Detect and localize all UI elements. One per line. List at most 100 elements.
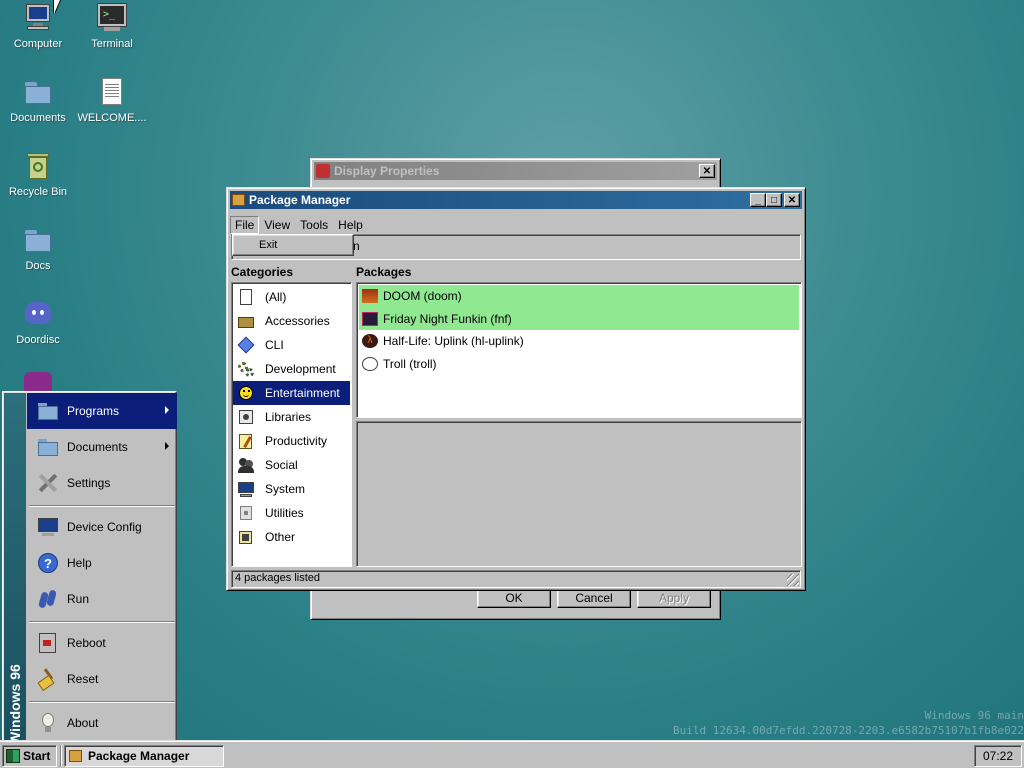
category-accessories[interactable]: Accessories: [233, 309, 350, 333]
desktop-icon-partial[interactable]: [24, 372, 52, 392]
desktop-icon-documents[interactable]: Documents: [0, 76, 76, 124]
category-entertainment[interactable]: Entertainment: [233, 381, 350, 405]
menu-tools[interactable]: Tools: [295, 216, 333, 234]
toolbox-icon: [237, 312, 255, 330]
start-menu-label: Run: [67, 592, 90, 606]
package-hl-uplink[interactable]: λ Half-Life: Uplink (hl-uplink): [359, 330, 799, 353]
close-icon: ✕: [702, 165, 712, 177]
menu-file[interactable]: File: [230, 216, 260, 234]
troll-icon: [362, 356, 378, 371]
start-menu-banner-text: Windows 96: [7, 664, 23, 745]
package-doom[interactable]: DOOM (doom): [359, 285, 799, 308]
desktop-icon-computer[interactable]: Computer: [0, 2, 76, 50]
desktop-icon-recycle-bin[interactable]: Recycle Bin: [0, 150, 76, 198]
start-menu-programs[interactable]: Programs: [27, 393, 177, 429]
help-icon: ?: [37, 552, 59, 574]
cancel-button[interactable]: Cancel: [557, 588, 631, 608]
package-troll[interactable]: Troll (troll): [359, 353, 799, 376]
recycle-bin-icon: [22, 150, 54, 182]
start-menu-run[interactable]: Run: [27, 581, 177, 617]
start-menu-reset[interactable]: Reset: [27, 661, 177, 697]
package-label: DOOM (doom): [383, 289, 462, 304]
apply-button[interactable]: Apply: [637, 588, 711, 608]
category-productivity[interactable]: Productivity: [233, 429, 350, 453]
diamond-icon: [237, 336, 255, 354]
menu-help[interactable]: Help: [333, 216, 368, 234]
start-menu-label: Device Config: [67, 520, 142, 534]
category-label: Development: [265, 362, 336, 376]
start-button[interactable]: Start: [2, 745, 57, 767]
ok-button[interactable]: OK: [477, 588, 551, 608]
smiley-icon: [237, 384, 255, 402]
start-menu-label: Reboot: [67, 636, 106, 650]
package-manager-window[interactable]: Package Manager _ □ ✕ File View Tools He…: [226, 187, 806, 591]
close-button[interactable]: ✕: [784, 193, 800, 207]
clock[interactable]: 07:22: [983, 749, 1013, 763]
folder-icon: [22, 76, 54, 108]
category-cli[interactable]: CLI: [233, 333, 350, 357]
start-menu-separator: [29, 701, 175, 703]
maximize-icon: □: [770, 194, 778, 206]
display-properties-icon: [316, 164, 330, 178]
category-label: Accessories: [265, 314, 330, 328]
text-file-icon: [96, 76, 128, 108]
status-text: 4 packages listed: [235, 572, 320, 584]
category-all[interactable]: (All): [233, 285, 350, 309]
start-menu-device-config[interactable]: Device Config: [27, 509, 177, 545]
start-menu-help[interactable]: ? Help: [27, 545, 177, 581]
file-menu-dropdown: Exit: [232, 234, 354, 256]
taskbar-task-package-manager[interactable]: Package Manager: [64, 745, 224, 767]
start-menu: Windows 96 Programs Documents Settings D…: [2, 391, 177, 745]
minimize-button[interactable]: _: [750, 193, 766, 207]
package-label: Troll (troll): [383, 356, 437, 371]
package-manager-titlebar[interactable]: Package Manager _ □ ✕: [230, 191, 802, 209]
task-label: Package Manager: [88, 749, 190, 763]
category-social[interactable]: Social: [233, 453, 350, 477]
start-menu-about[interactable]: About: [27, 705, 177, 741]
category-libraries[interactable]: Libraries: [233, 405, 350, 429]
folder-icon: [22, 224, 54, 256]
display-properties-title: Display Properties: [334, 164, 440, 178]
display-properties-titlebar[interactable]: Display Properties ✕: [314, 162, 717, 180]
desktop-icon-doordisc[interactable]: Doordisc: [0, 298, 76, 346]
package-label: Friday Night Funkin (fnf): [383, 311, 512, 326]
monitor-icon: [37, 516, 59, 538]
folder-icon: [37, 400, 59, 422]
close-icon: ✕: [787, 194, 797, 206]
package-icon: [232, 194, 245, 206]
desktop-icon-label: Doordisc: [16, 334, 60, 346]
start-menu-reboot[interactable]: Reboot: [27, 625, 177, 661]
menu-bar: File View Tools Help: [230, 215, 802, 235]
desktop-icon-label: WELCOME....: [77, 112, 147, 124]
category-development[interactable]: Development: [233, 357, 350, 381]
watermark-line-1: Windows 96 main: [924, 709, 1024, 722]
package-icon: [69, 750, 82, 762]
close-button[interactable]: ✕: [699, 164, 715, 178]
category-system[interactable]: System: [233, 477, 350, 501]
category-label: (All): [265, 290, 287, 304]
menu-item-exit[interactable]: Exit: [235, 237, 351, 251]
category-other[interactable]: Other: [233, 525, 350, 549]
submenu-arrow-icon: [165, 406, 169, 414]
maximize-button[interactable]: □: [766, 193, 782, 207]
category-label: Entertainment: [265, 386, 340, 400]
start-menu-banner: Windows 96: [4, 393, 26, 745]
start-menu-label: Help: [67, 556, 92, 570]
broom-icon: [37, 668, 59, 692]
menu-view[interactable]: View: [259, 216, 295, 234]
desktop-icon-docs[interactable]: Docs: [0, 224, 76, 272]
start-menu-label: Documents: [67, 440, 128, 454]
categories-list[interactable]: (All) Accessories CLI Development Entert…: [231, 282, 352, 567]
lightbulb-icon: [37, 712, 59, 734]
desktop-icon-terminal[interactable]: >_ Terminal: [74, 2, 150, 50]
start-menu-settings[interactable]: Settings: [27, 465, 177, 501]
desktop-icon-welcome[interactable]: WELCOME....: [74, 76, 150, 124]
category-utilities[interactable]: Utilities: [233, 501, 350, 525]
utility-icon: [237, 504, 255, 522]
submenu-arrow-icon: [165, 442, 169, 450]
package-fnf[interactable]: Friday Night Funkin (fnf): [359, 307, 799, 330]
resize-grip-icon[interactable]: [787, 574, 799, 586]
category-label: Other: [265, 530, 296, 544]
packages-list[interactable]: DOOM (doom) Friday Night Funkin (fnf) λ …: [356, 282, 802, 418]
start-menu-documents[interactable]: Documents: [27, 429, 177, 465]
